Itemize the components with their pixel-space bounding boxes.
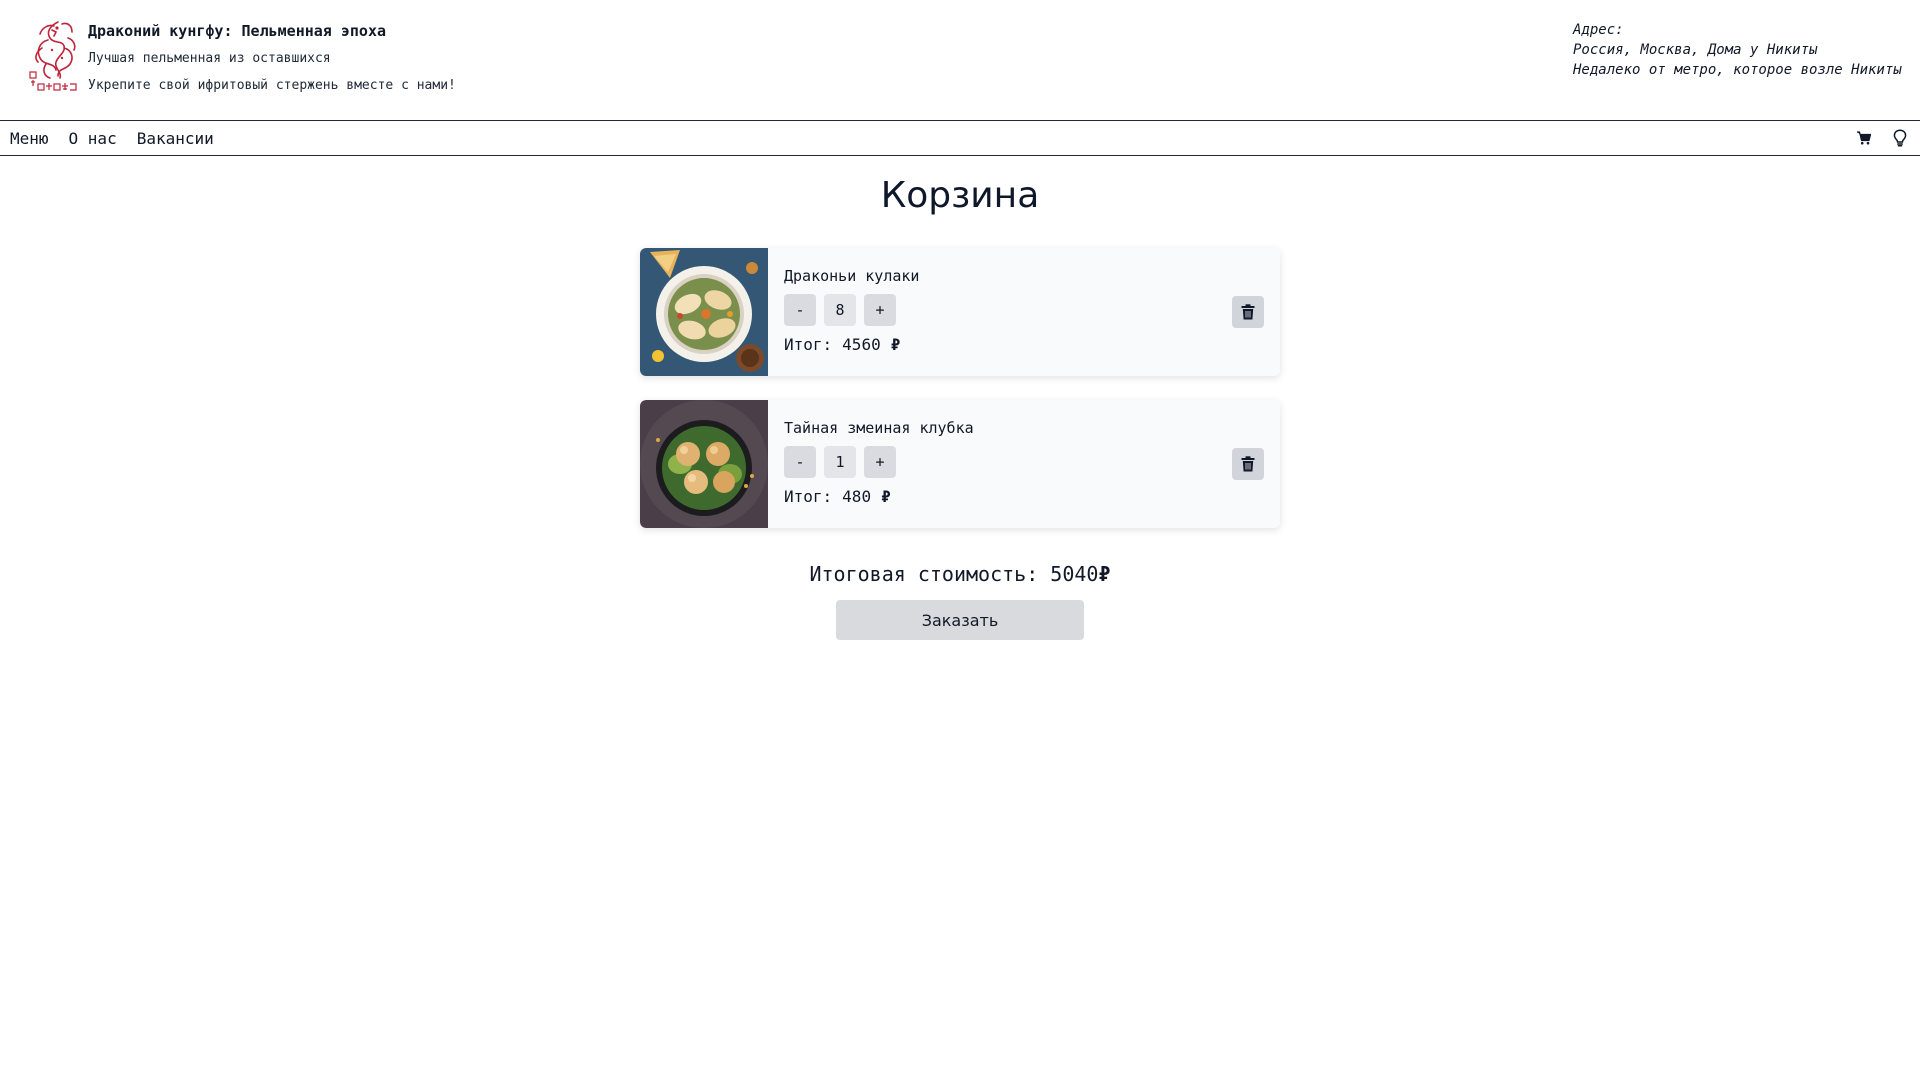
site-header: Драконий кунгфу: Пельменная эпоха Лучшая… bbox=[0, 0, 1920, 120]
address-line-2: Недалеко от метро, которое возле Никиты bbox=[1573, 62, 1902, 78]
item-total-value: 4560 bbox=[842, 335, 881, 354]
nav-item-about[interactable]: О нас bbox=[69, 129, 117, 148]
decrease-button[interactable]: - bbox=[784, 294, 816, 326]
site-subtitle: Лучшая пельменная из оставшихся bbox=[88, 51, 331, 66]
lightbulb-icon[interactable] bbox=[1890, 128, 1910, 148]
quantity-stepper: - 1 + bbox=[784, 446, 904, 478]
main-navbar: Меню О нас Вакансии bbox=[0, 120, 1920, 156]
nav-item-vacancies[interactable]: Вакансии bbox=[137, 129, 214, 148]
site-slogan: Укрепите свой ифритовый стержень вместе … bbox=[88, 78, 456, 93]
item-total: Итог: 480 ₽ bbox=[784, 486, 891, 508]
grand-total-value: 5040 bbox=[1050, 562, 1099, 586]
quantity-stepper: - 8 + bbox=[784, 294, 904, 326]
item-name: Драконьи кулаки bbox=[784, 267, 920, 285]
item-total: Итог: 4560 ₽ bbox=[784, 334, 900, 356]
page-title: Корзина bbox=[880, 175, 1040, 216]
cart-icon[interactable] bbox=[1854, 128, 1874, 148]
dumplings-bowl-icon bbox=[640, 248, 768, 376]
cart-item: Тайная змеиная клубка - 1 + Итог: 480 ₽ bbox=[640, 400, 1280, 528]
increase-button[interactable]: + bbox=[864, 294, 896, 326]
nav-item-menu[interactable]: Меню bbox=[10, 129, 49, 148]
cart-item: Драконьи кулаки - 8 + Итог: 4560 ₽ bbox=[640, 248, 1280, 376]
site-title: Драконий кунгфу: Пельменная эпоха bbox=[88, 22, 387, 40]
dragon-logo-icon[interactable] bbox=[28, 18, 80, 100]
brand-block: Драконий кунгфу: Пельменная эпоха Лучшая… bbox=[88, 21, 456, 96]
grand-total-label: Итоговая стоимость: bbox=[809, 562, 1039, 586]
order-button[interactable]: Заказать bbox=[836, 600, 1084, 640]
item-total-label: Итог: bbox=[784, 335, 833, 354]
currency-symbol: ₽ bbox=[890, 335, 901, 354]
grand-total: Итоговая стоимость: 5040₽ bbox=[0, 561, 1920, 587]
address-line-1: Россия, Москва, Дома у Никиты bbox=[1573, 42, 1818, 58]
currency-symbol: ₽ bbox=[881, 487, 891, 506]
trash-icon bbox=[1241, 456, 1255, 472]
item-total-value: 480 bbox=[842, 487, 872, 506]
trash-icon bbox=[1241, 304, 1255, 320]
address-block: Адрес: Россия, Москва, Дома у Никиты Нед… bbox=[1573, 20, 1903, 80]
grand-total-currency: ₽ bbox=[1098, 562, 1111, 586]
dumplings-plate-icon bbox=[640, 400, 768, 528]
quantity-value: 8 bbox=[824, 294, 856, 326]
item-name: Тайная змеиная клубка bbox=[784, 419, 974, 437]
address-label: Адрес: bbox=[1573, 22, 1624, 38]
remove-item-button[interactable] bbox=[1232, 448, 1264, 480]
nav-links: Меню О нас Вакансии bbox=[10, 121, 234, 155]
item-total-label: Итог: bbox=[784, 487, 833, 506]
nav-icons bbox=[1838, 121, 1910, 155]
quantity-value: 1 bbox=[824, 446, 856, 478]
decrease-button[interactable]: - bbox=[784, 446, 816, 478]
increase-button[interactable]: + bbox=[864, 446, 896, 478]
remove-item-button[interactable] bbox=[1232, 296, 1264, 328]
